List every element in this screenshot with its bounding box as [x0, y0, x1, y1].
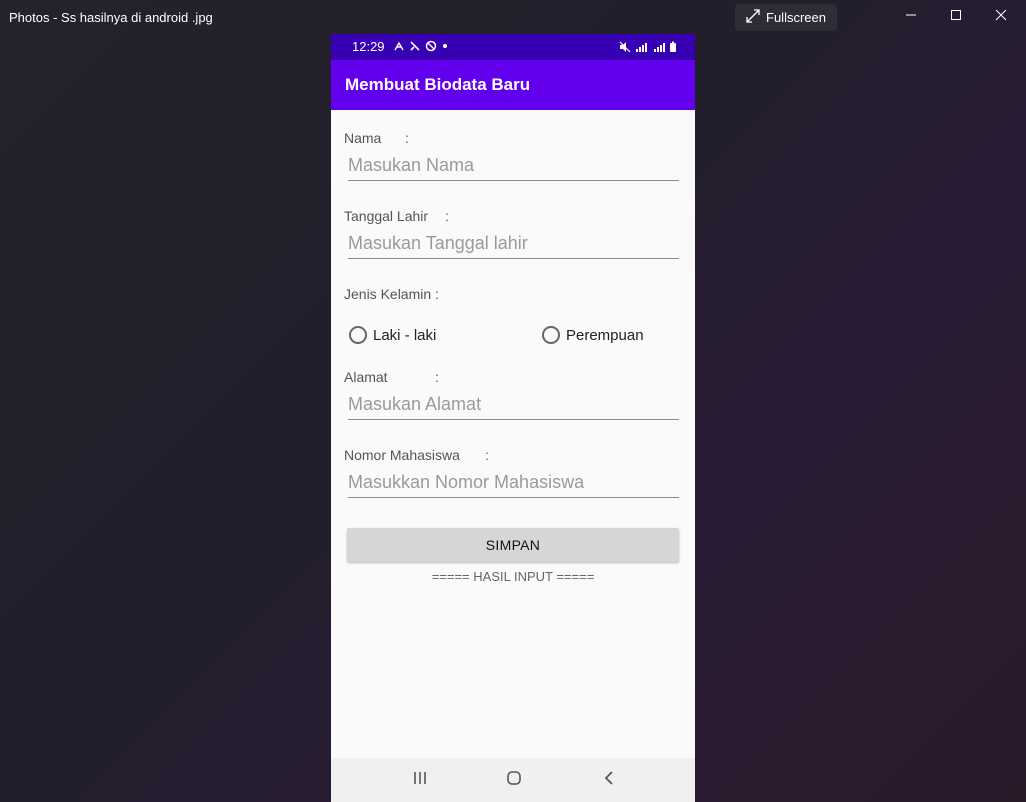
minimize-button[interactable]	[888, 0, 934, 34]
nomor-mahasiswa-input[interactable]	[348, 468, 679, 498]
radio-unchecked-icon	[349, 326, 367, 344]
window-title: Photos - Ss hasilnya di android .jpg	[9, 10, 213, 25]
battery-icon	[669, 41, 677, 56]
nama-colon: :	[405, 130, 409, 146]
app-bar-title: Membuat Biodata Baru	[345, 75, 531, 94]
fullscreen-label: Fullscreen	[766, 10, 826, 25]
window-titlebar: Photos - Ss hasilnya di android .jpg Ful…	[0, 0, 1026, 36]
radio-unchecked-icon	[542, 326, 560, 344]
tanggal-lahir-colon: :	[445, 208, 449, 224]
alamat-input[interactable]	[348, 390, 679, 420]
maximize-button[interactable]	[933, 0, 979, 34]
4g-signal-icon	[651, 41, 665, 56]
close-button[interactable]	[978, 0, 1024, 34]
accessibility-icon	[393, 40, 405, 55]
radio-label-perempuan: Perempuan	[566, 326, 644, 344]
minimize-icon	[905, 8, 917, 26]
home-button[interactable]	[502, 768, 526, 792]
recent-apps-icon	[412, 770, 428, 791]
radio-laki-laki[interactable]: Laki - laki	[349, 326, 436, 344]
fullscreen-button[interactable]: Fullscreen	[735, 4, 837, 31]
tanggal-lahir-input[interactable]	[348, 229, 679, 259]
nomor-mahasiswa-label: Nomor Mahasiswa	[344, 447, 460, 463]
maximize-icon	[950, 8, 962, 26]
alamat-colon: :	[435, 369, 439, 385]
nomor-mahasiswa-colon: :	[485, 447, 489, 463]
result-label: ===== HASIL INPUT =====	[431, 569, 595, 584]
back-icon	[601, 770, 617, 791]
tanggal-lahir-label: Tanggal Lahir	[344, 208, 429, 224]
nama-input[interactable]	[348, 151, 679, 181]
tools-icon	[409, 40, 421, 55]
expand-icon	[746, 9, 760, 26]
recent-apps-button[interactable]	[408, 768, 432, 792]
save-button[interactable]: SIMPAN	[347, 528, 679, 562]
jenis-kelamin-label: Jenis Kelamin :	[344, 286, 439, 302]
radio-perempuan[interactable]: Perempuan	[542, 326, 644, 344]
signal-icon	[635, 41, 647, 56]
nama-label: Nama	[344, 130, 382, 146]
dot-icon	[441, 40, 449, 55]
status-bar: 12:29	[331, 34, 695, 60]
mute-icon	[619, 41, 631, 56]
back-button[interactable]	[597, 768, 621, 792]
close-icon	[995, 8, 1007, 26]
home-icon	[506, 770, 522, 791]
app-bar: Membuat Biodata Baru	[331, 60, 695, 110]
alamat-label: Alamat	[344, 369, 388, 385]
sync-icon	[425, 40, 437, 55]
android-screenshot: 12:29 Membuat Biodata Baru Nama: Masuka…	[331, 34, 695, 802]
radio-label-laki-laki: Laki - laki	[373, 326, 437, 344]
status-time: 12:29	[352, 39, 385, 54]
navigation-bar	[331, 758, 695, 802]
